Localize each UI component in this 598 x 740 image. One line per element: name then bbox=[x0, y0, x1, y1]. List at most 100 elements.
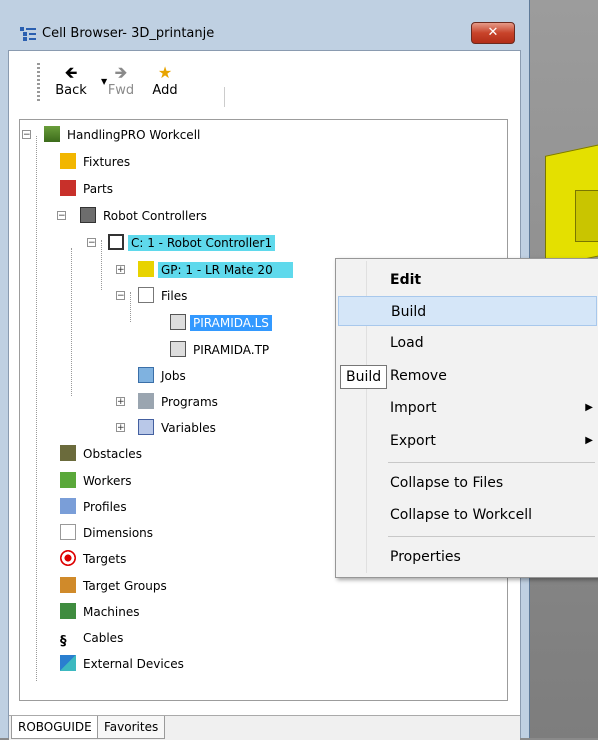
tree-node-label: Files bbox=[161, 289, 188, 303]
tree-node-external-devices[interactable]: External Devices bbox=[60, 653, 187, 675]
tree-node-label: GP: 1 - LR Mate 20 bbox=[158, 262, 293, 278]
tree-node-workcell[interactable]: HandlingPRO Workcell bbox=[44, 124, 203, 146]
back-button[interactable]: 🡸 Back bbox=[49, 63, 93, 107]
submenu-arrow-icon: ▶ bbox=[585, 435, 593, 446]
tree-node-workers[interactable]: Workers bbox=[60, 470, 135, 492]
tree-node-fixtures[interactable]: Fixtures bbox=[60, 151, 133, 173]
target-icon bbox=[60, 550, 76, 566]
tree-node-jobs[interactable]: Jobs bbox=[138, 365, 189, 387]
toolbar-grip[interactable] bbox=[37, 63, 40, 103]
cell-browser-icon bbox=[20, 27, 36, 41]
tree-node-obstacles[interactable]: Obstacles bbox=[60, 443, 145, 465]
tree-node-label: External Devices bbox=[83, 657, 184, 671]
submenu-arrow-icon: ▶ bbox=[585, 402, 593, 413]
tree-node-gp1[interactable]: GP: 1 - LR Mate 20 bbox=[138, 259, 293, 281]
title-bar[interactable]: Cell Browser- 3D_printanje ✕ bbox=[0, 0, 530, 44]
tree-node-label: Dimensions bbox=[83, 526, 154, 540]
tree-node-file-tp[interactable]: PIRAMIDA.TP bbox=[170, 339, 272, 361]
parts-icon bbox=[60, 180, 76, 196]
tree-line bbox=[71, 248, 72, 396]
tree-node-label: C: 1 - Robot Controller1 bbox=[128, 235, 276, 251]
tree-node-label: Fixtures bbox=[83, 155, 131, 169]
tree-node-robot-controllers[interactable]: Robot Controllers bbox=[80, 205, 210, 227]
fixtures-icon bbox=[60, 153, 76, 169]
tree-node-label: Workers bbox=[83, 474, 132, 488]
robot-joint bbox=[575, 190, 598, 242]
ls-file-icon bbox=[170, 314, 186, 330]
expand-toggle[interactable]: + bbox=[116, 265, 125, 275]
tree-node-label: Machines bbox=[83, 605, 140, 619]
tree-node-profiles[interactable]: Profiles bbox=[60, 496, 130, 518]
menu-item-collapse-workcell[interactable]: Collapse to Workcell bbox=[338, 500, 597, 530]
menu-item-edit[interactable]: Edit bbox=[338, 265, 597, 295]
tree-node-targets[interactable]: Targets bbox=[60, 548, 129, 570]
collapse-toggle[interactable]: − bbox=[87, 238, 96, 248]
tab-roboguide[interactable]: ROBOGUIDE bbox=[11, 716, 99, 739]
toolbar-divider bbox=[224, 87, 225, 107]
tree-node-label: Parts bbox=[83, 182, 113, 196]
controller-icon bbox=[108, 234, 124, 250]
tree-line bbox=[36, 136, 37, 681]
tab-favorites[interactable]: Favorites bbox=[97, 716, 166, 739]
collapse-toggle[interactable]: − bbox=[22, 130, 31, 140]
tree-node-label: Jobs bbox=[161, 369, 186, 383]
robot-arm-icon bbox=[138, 261, 154, 277]
workers-icon bbox=[60, 472, 76, 488]
tree-node-target-groups[interactable]: Target Groups bbox=[60, 575, 170, 597]
tree-node-label: Robot Controllers bbox=[103, 209, 207, 223]
tree-node-label: Obstacles bbox=[83, 447, 142, 461]
expand-toggle[interactable]: + bbox=[116, 397, 125, 407]
jobs-icon bbox=[138, 367, 154, 383]
forward-button[interactable]: 🡺 Fwd bbox=[99, 63, 143, 107]
programs-icon bbox=[138, 393, 154, 409]
cables-icon: § bbox=[60, 634, 67, 649]
tree-node-variables[interactable]: Variables bbox=[138, 417, 219, 439]
tree-node-files[interactable]: Files bbox=[138, 285, 190, 307]
tree-node-label: Profiles bbox=[83, 500, 127, 514]
tree-node-cables[interactable]: § Cables bbox=[60, 627, 126, 649]
collapse-toggle[interactable]: − bbox=[116, 291, 125, 301]
tree-node-label: Programs bbox=[161, 395, 218, 409]
machines-icon bbox=[60, 603, 76, 619]
menu-item-collapse-files[interactable]: Collapse to Files bbox=[338, 468, 597, 498]
robot-controllers-icon bbox=[80, 207, 96, 223]
tree-node-dimensions[interactable]: Dimensions bbox=[60, 522, 156, 544]
tree-node-label: Variables bbox=[161, 421, 216, 435]
expand-toggle[interactable]: + bbox=[116, 423, 125, 433]
toolbar: 🡸 Back ▼ 🡺 Fwd ★ Add bbox=[9, 51, 520, 115]
tree-line bbox=[130, 292, 131, 322]
close-button[interactable]: ✕ bbox=[471, 22, 515, 44]
menu-item-import[interactable]: Import ▶ bbox=[338, 393, 597, 423]
menu-item-export[interactable]: Export ▶ bbox=[338, 426, 597, 456]
back-arrow-icon: 🡸 bbox=[64, 63, 78, 82]
window-title: Cell Browser- 3D_printanje bbox=[42, 26, 215, 41]
forward-arrow-icon: 🡺 bbox=[114, 63, 128, 82]
tree-node-label: HandlingPRO Workcell bbox=[67, 128, 201, 142]
tree-node-controller1[interactable]: C: 1 - Robot Controller1 bbox=[108, 232, 276, 254]
menu-item-label: Import bbox=[390, 400, 437, 416]
tree-node-file-ls[interactable]: PIRAMIDA.LS bbox=[170, 312, 272, 334]
add-button[interactable]: ★ Add bbox=[139, 63, 191, 107]
menu-item-load[interactable]: Load bbox=[338, 328, 597, 358]
forward-label: Fwd bbox=[107, 83, 135, 98]
add-label: Add bbox=[152, 83, 178, 98]
add-folder-icon: ★ bbox=[157, 63, 173, 82]
tree-node-machines[interactable]: Machines bbox=[60, 601, 142, 623]
tree-node-label: Target Groups bbox=[83, 579, 167, 593]
tree-node-label: Cables bbox=[83, 631, 124, 645]
tree-node-label: PIRAMIDA.TP bbox=[193, 343, 270, 357]
context-menu: Edit Build Load Remove Import ▶ Export ▶… bbox=[335, 258, 598, 578]
menu-item-build[interactable]: Build bbox=[338, 296, 597, 326]
obstacles-icon bbox=[60, 445, 76, 461]
collapse-toggle[interactable]: − bbox=[57, 211, 66, 221]
tooltip: Build bbox=[340, 365, 388, 389]
tree-node-label: PIRAMIDA.LS bbox=[190, 315, 272, 331]
dimensions-icon bbox=[60, 524, 76, 540]
tree-node-parts[interactable]: Parts bbox=[60, 178, 116, 200]
tree-node-programs[interactable]: Programs bbox=[138, 391, 221, 413]
variables-icon bbox=[138, 419, 154, 435]
external-devices-icon bbox=[60, 655, 76, 671]
folder-icon bbox=[138, 287, 154, 303]
menu-item-properties[interactable]: Properties bbox=[338, 542, 597, 572]
tp-file-icon bbox=[170, 341, 186, 357]
